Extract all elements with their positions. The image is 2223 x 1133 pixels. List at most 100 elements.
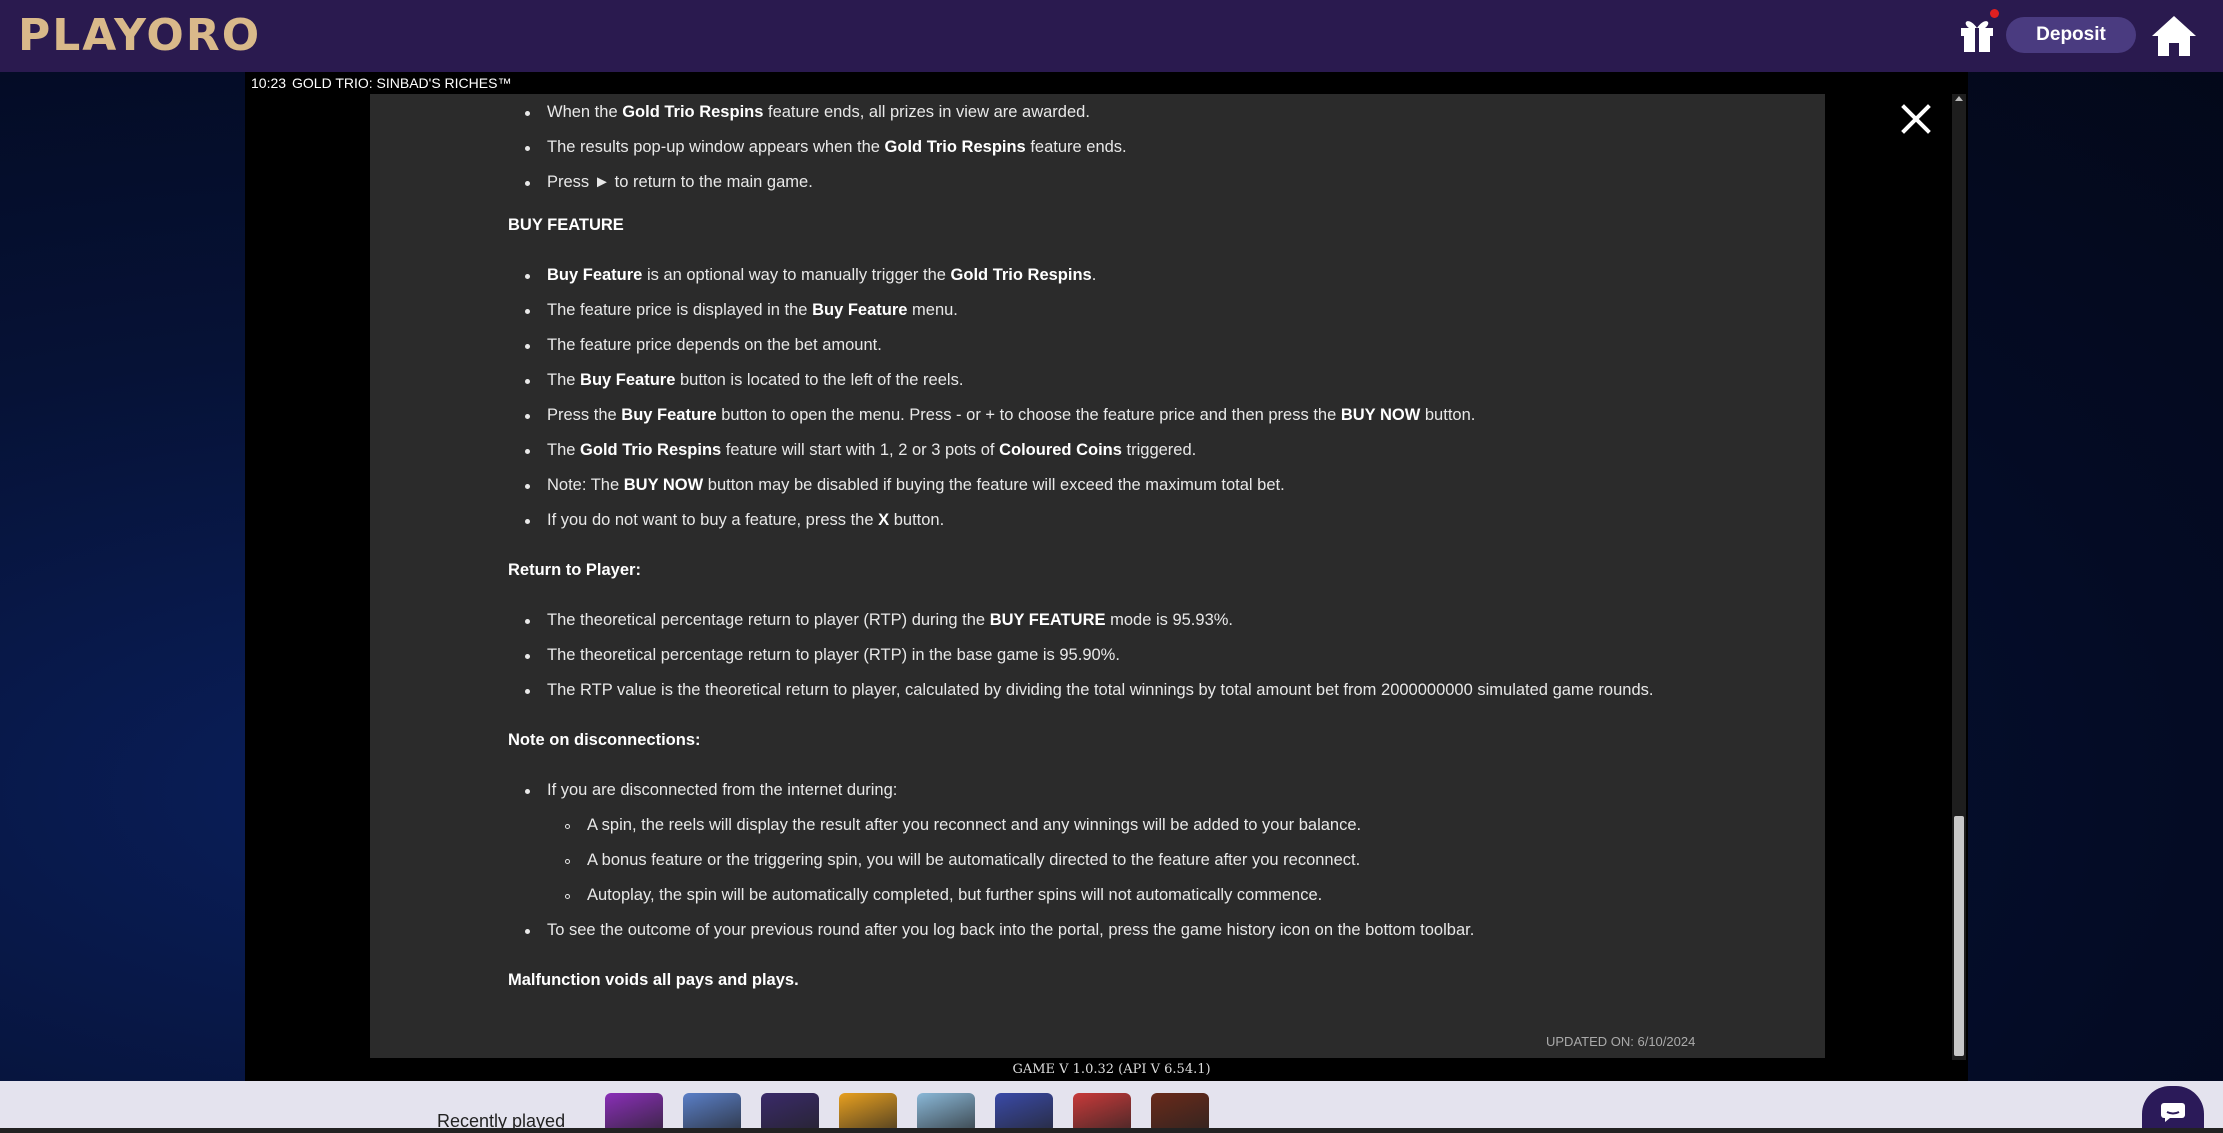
text-segment: A bonus feature or the triggering spin, … (587, 851, 1361, 869)
list-item: The results pop-up window appears when t… (547, 138, 1127, 157)
bullet (525, 619, 530, 624)
section-heading: Malfunction voids all pays and plays. (508, 971, 799, 989)
text-segment: The results pop-up window appears when t… (547, 138, 885, 156)
section-heading: BUY FEATURE (508, 216, 624, 234)
bottom-edge (0, 1128, 2223, 1133)
list-item: The feature price depends on the bet amo… (547, 336, 882, 355)
text-segment: feature ends, all prizes in view are awa… (763, 103, 1090, 121)
game-title: GOLD TRIO: SINBAD'S RICHES™ (292, 75, 512, 91)
section-heading: Return to Player: (508, 561, 641, 579)
list-item: Press the Buy Feature button to open the… (547, 406, 1475, 425)
bullet (525, 414, 530, 419)
text-segment: Note: The (547, 476, 624, 494)
text-segment: The feature price depends on the bet amo… (547, 336, 882, 354)
text-segment: Buy Feature (812, 301, 908, 319)
text-segment: triggered. (1121, 441, 1197, 459)
text-segment: feature will start with 1, 2 or 3 pots o… (721, 441, 1000, 459)
recent-game-thumbnail[interactable] (995, 1093, 1053, 1133)
list-item: The feature price is displayed in the Bu… (547, 301, 958, 320)
sub-bullet (565, 859, 570, 864)
section-heading: Note on disconnections: (508, 731, 701, 749)
text-segment: If you are disconnected from the interne… (547, 781, 898, 799)
list-item: If you are disconnected from the interne… (547, 781, 897, 800)
text-segment: . (1091, 266, 1097, 284)
text-segment: BUY NOW (1340, 406, 1421, 424)
bullet (525, 484, 530, 489)
recent-game-thumbnail[interactable] (1073, 1093, 1131, 1133)
text-segment: BUY NOW (623, 476, 704, 494)
sub-list-item: Autoplay, the spin will be automatically… (587, 886, 1322, 905)
scrollbar[interactable] (1952, 94, 1966, 1060)
list-item: The Gold Trio Respins feature will start… (547, 441, 1196, 460)
bottom-bar: Recently played (0, 1081, 2223, 1133)
bullet (525, 111, 530, 116)
list-item: The Buy Feature button is located to the… (547, 371, 963, 390)
help-panel: When the Gold Trio Respins feature ends,… (370, 94, 1825, 1058)
list-item: The RTP value is the theoretical return … (547, 681, 1653, 700)
bullet (525, 309, 530, 314)
gift-icon[interactable] (1955, 12, 1999, 56)
text-segment: To see the outcome of your previous roun… (547, 921, 1475, 939)
home-icon[interactable] (2150, 12, 2198, 58)
list-item: When the Gold Trio Respins feature ends,… (547, 103, 1090, 122)
updated-date: UPDATED ON: 6/10/2024 (1546, 1034, 1696, 1049)
text-segment: menu. (907, 301, 958, 319)
text-segment: button. (889, 511, 945, 529)
text-segment: Coloured Coins (999, 441, 1122, 459)
chat-icon (2161, 1103, 2185, 1122)
sub-list-item: A bonus feature or the triggering spin, … (587, 851, 1360, 870)
recent-game-thumbnail[interactable] (839, 1093, 897, 1133)
close-icon[interactable] (1901, 104, 1931, 134)
text-segment: button is located to the left of the ree… (675, 371, 964, 389)
scroll-thumb[interactable] (1954, 816, 1964, 1056)
text-segment: Gold Trio Respins (950, 266, 1092, 284)
text-segment: feature ends. (1025, 138, 1127, 156)
text-segment: The (547, 441, 581, 459)
text-segment: The RTP value is the theoretical return … (547, 681, 1654, 699)
list-item: Note: The BUY NOW button may be disabled… (547, 476, 1285, 495)
top-bar: PLAYORO Deposit (0, 0, 2223, 72)
list-item: If you do not want to buy a feature, pre… (547, 511, 944, 530)
game-version: GAME V 1.0.32 (API V 6.54.1) (1012, 1062, 1211, 1077)
scroll-up-arrow[interactable] (1955, 96, 1963, 101)
text-segment: is an optional way to manually trigger t… (642, 266, 951, 284)
sub-bullet (565, 824, 570, 829)
recent-game-thumbnail[interactable] (1151, 1093, 1209, 1133)
text-segment: If you do not want to buy a feature, pre… (547, 511, 879, 529)
recent-game-thumbnail[interactable] (683, 1093, 741, 1133)
chat-button[interactable] (2142, 1086, 2204, 1133)
bullet (525, 344, 530, 349)
sub-bullet (565, 894, 570, 899)
recent-game-thumbnail[interactable] (605, 1093, 663, 1133)
text-segment: A spin, the reels will display the resul… (587, 816, 1362, 834)
text-segment: Buy Feature (580, 371, 676, 389)
bullet (525, 654, 530, 659)
recent-game-thumbnail[interactable] (761, 1093, 819, 1133)
bullet (525, 379, 530, 384)
help-content: When the Gold Trio Respins feature ends,… (370, 94, 1825, 1058)
list-item: To see the outcome of your previous roun… (547, 921, 1474, 940)
text-segment: Buy Feature (621, 406, 717, 424)
bullet (525, 519, 530, 524)
bullet (525, 274, 530, 279)
deposit-button[interactable]: Deposit (2006, 17, 2136, 53)
list-item: The theoretical percentage return to pla… (547, 646, 1120, 665)
text-segment: Autoplay, the spin will be automatically… (587, 886, 1323, 904)
text-segment: X (878, 511, 890, 529)
text-segment: The feature price is displayed in the (547, 301, 813, 319)
playoro-logo[interactable]: PLAYORO (18, 8, 261, 64)
text-segment: button. (1420, 406, 1476, 424)
list-item: Buy Feature is an optional way to manual… (547, 266, 1096, 285)
recent-game-thumbnail[interactable] (917, 1093, 975, 1133)
text-segment: Gold Trio Respins (580, 441, 722, 459)
bullet (525, 929, 530, 934)
game-frame: 10:23 GOLD TRIO: SINBAD'S RICHES™ When t… (245, 72, 1968, 1081)
game-title-bar: 10:23 GOLD TRIO: SINBAD'S RICHES™ (245, 72, 1968, 94)
text-segment: mode is 95.93%. (1105, 611, 1234, 629)
clock: 10:23 (251, 75, 287, 91)
text-segment: Press the (547, 406, 622, 424)
text-segment: The (547, 371, 581, 389)
text-segment: Press ► to return to the main game. (547, 173, 813, 191)
text-segment: The theoretical percentage return to pla… (547, 646, 1120, 664)
bullet (525, 449, 530, 454)
